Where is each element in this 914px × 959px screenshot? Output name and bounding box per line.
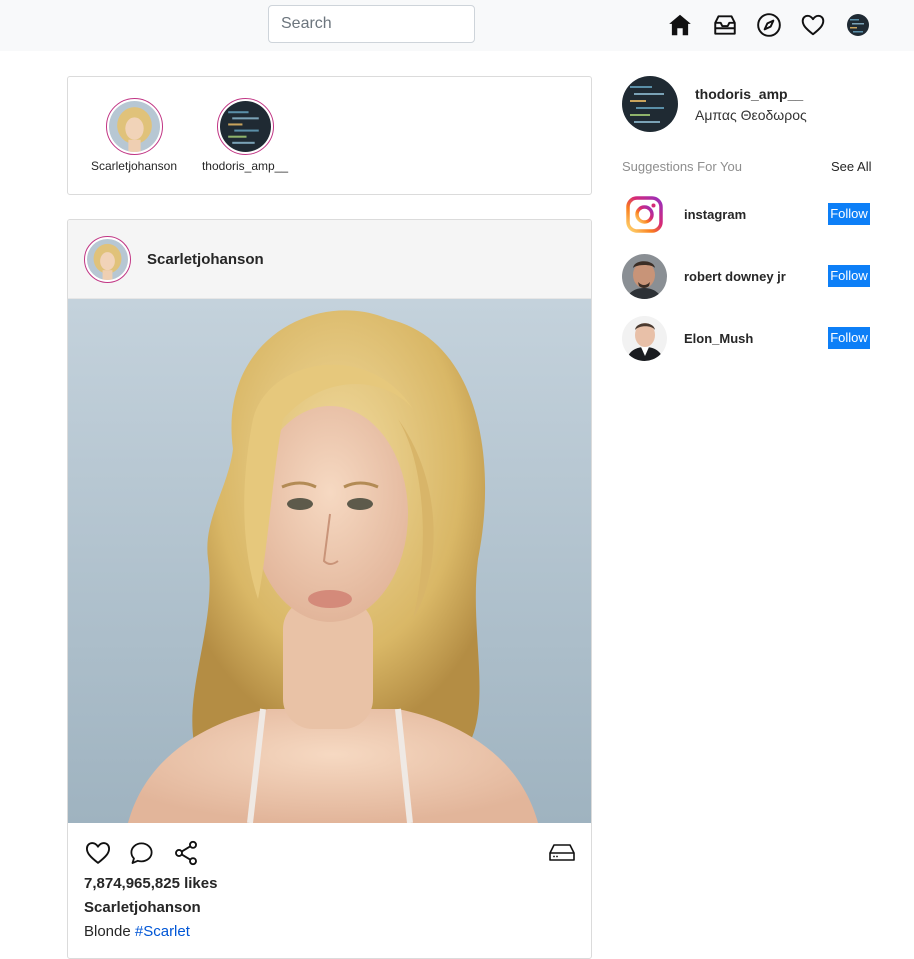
story-item[interactable]: Scarletjohanson <box>84 98 184 173</box>
save-icon[interactable] <box>549 842 575 864</box>
suggestion-username[interactable]: robert downey jr <box>684 269 786 284</box>
inbox-icon[interactable] <box>712 12 738 38</box>
caption-text: Blonde <box>84 923 135 940</box>
follow-button[interactable]: Follow <box>828 203 870 225</box>
caption-hashtag[interactable]: #Scarlet <box>135 923 190 940</box>
story-item[interactable]: thodoris_amp__ <box>195 98 295 173</box>
suggestion-avatar[interactable] <box>622 316 667 361</box>
suggestion-item: instagram Follow <box>622 192 872 238</box>
suggestion-username[interactable]: instagram <box>684 207 746 222</box>
instagram-logo-icon[interactable] <box>622 192 667 237</box>
post-author-username[interactable]: Scarletjohanson <box>147 251 264 268</box>
post-header: Scarletjohanson <box>68 220 591 299</box>
story-avatar <box>108 101 160 152</box>
caption-username[interactable]: Scarletjohanson <box>84 899 201 916</box>
see-all-link[interactable]: See All <box>831 159 871 174</box>
post-author-avatar[interactable] <box>84 236 131 283</box>
profile-avatar[interactable] <box>847 14 869 36</box>
feed-post: Scarletjohanson 7,874,965,825 likes Scar… <box>67 219 592 959</box>
like-icon[interactable] <box>84 839 112 867</box>
current-user-username[interactable]: thodoris_amp__ <box>695 86 803 102</box>
explore-icon[interactable] <box>756 12 782 38</box>
share-icon[interactable] <box>172 839 200 867</box>
story-username: Scarletjohanson <box>90 159 178 173</box>
current-user-fullname: Αμπας Θεοδωρος <box>695 107 807 123</box>
story-username: thodoris_amp__ <box>201 159 289 173</box>
post-photo <box>68 299 591 823</box>
story-avatar <box>219 101 271 152</box>
follow-button[interactable]: Follow <box>828 265 870 287</box>
story-ring <box>105 98 163 155</box>
suggestion-item: robert downey jr Follow <box>622 254 872 300</box>
current-user-avatar[interactable] <box>622 76 678 132</box>
suggestion-avatar[interactable] <box>622 254 667 299</box>
suggestions-heading: Suggestions For You <box>622 159 742 174</box>
heart-icon[interactable] <box>800 12 826 38</box>
home-icon[interactable] <box>667 12 693 38</box>
suggestion-username[interactable]: Elon_Mush <box>684 331 753 346</box>
suggestion-item: Elon_Mush Follow <box>622 316 872 362</box>
stories-bar: Scarletjohanson thodoris_amp__ <box>67 76 592 195</box>
post-caption: Blonde #Scarlet <box>84 923 190 940</box>
comment-icon[interactable] <box>128 840 155 867</box>
likes-count: 7,874,965,825 likes <box>84 875 218 892</box>
search-input[interactable] <box>268 5 475 43</box>
top-navbar <box>0 0 914 51</box>
story-ring <box>216 98 274 155</box>
follow-button[interactable]: Follow <box>828 327 870 349</box>
